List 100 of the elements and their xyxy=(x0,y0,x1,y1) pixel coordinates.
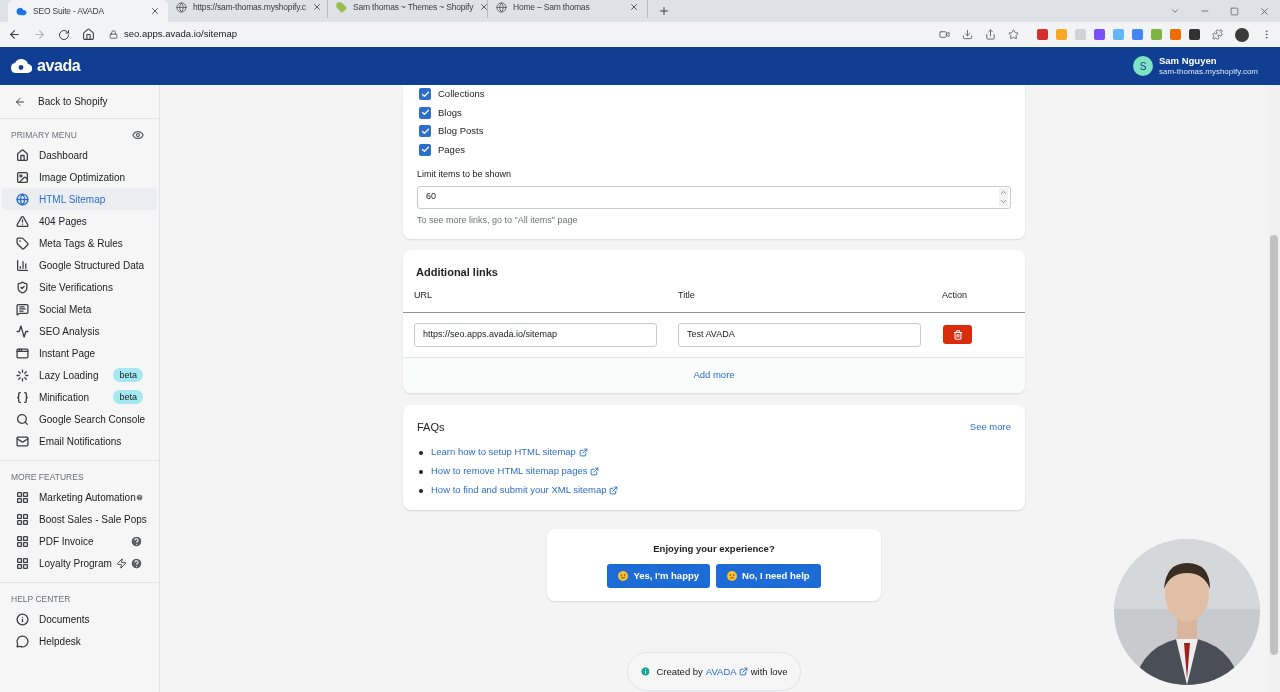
checkbox-label: Blogs xyxy=(438,105,462,120)
see-more-link[interactable]: See more xyxy=(969,419,1011,434)
help-icon[interactable] xyxy=(130,556,143,570)
browser-tab[interactable]: SEO Suite - AVADA xyxy=(8,0,168,22)
sidebar-item[interactable]: SEO Analysis xyxy=(2,320,157,342)
section-heading: MORE FEATURES xyxy=(11,470,84,484)
sidebar-label: Dashboard xyxy=(39,148,88,163)
eye-icon[interactable] xyxy=(132,129,144,141)
sidebar-label: PDF Invoice xyxy=(39,534,94,549)
sidebar-item[interactable]: Boost Sales - Sale Pops xyxy=(2,508,157,530)
tab-search-icon[interactable] xyxy=(1170,6,1180,16)
avada-link[interactable]: AVADA xyxy=(705,664,748,679)
section-heading: HELP CENTER xyxy=(11,592,71,606)
close-icon[interactable] xyxy=(150,6,160,16)
camera-icon[interactable] xyxy=(939,29,950,40)
beta-badge: beta xyxy=(113,390,143,404)
help-text: To see more links, go to "All items" page xyxy=(417,213,579,227)
url-text: seo.apps.avada.io/sitemap xyxy=(124,27,238,42)
sidebar-item[interactable]: Dashboard xyxy=(2,144,157,166)
sidebar-label: SEO Analysis xyxy=(39,324,100,339)
card-title: Additional links xyxy=(415,265,499,280)
feedback-button[interactable]: No, I need help xyxy=(716,564,821,589)
globe-icon xyxy=(176,1,187,13)
sidebar-item[interactable]: Site Verifications xyxy=(2,276,157,298)
help-icon[interactable] xyxy=(130,534,143,548)
sidebar-item[interactable]: Loyalty Program xyxy=(2,552,157,574)
faq-link[interactable]: How to find and submit your XML sitemap xyxy=(431,483,619,498)
cloud-icon xyxy=(16,5,27,17)
checkbox[interactable] xyxy=(419,125,431,138)
number-field[interactable]: 60 xyxy=(417,185,1011,209)
sidebar-item[interactable]: PDF Invoice xyxy=(2,530,157,552)
sidebar-item[interactable]: Meta Tags & Rules xyxy=(2,232,157,254)
tab-title: https://sam-thomas.myshopify.c xyxy=(193,0,306,14)
user-avatar[interactable]: S xyxy=(1133,56,1153,76)
browser-tab[interactable]: Home – Sam thomas xyxy=(488,0,648,18)
title-field[interactable]: Test AVADA xyxy=(678,322,921,347)
delete-button[interactable] xyxy=(943,325,972,344)
extensions-icon[interactable] xyxy=(1212,29,1223,40)
shield-icon xyxy=(16,280,29,294)
extension-icon[interactable] xyxy=(1189,29,1200,40)
sidebar-item[interactable]: Marketing Automation xyxy=(2,486,157,508)
url-field[interactable]: https://seo.apps.avada.io/sitemap xyxy=(414,322,657,347)
sidebar-item[interactable]: Lazy Loading beta xyxy=(2,364,157,386)
external-link-icon xyxy=(738,667,748,677)
sidebar-item[interactable]: Instant Page xyxy=(2,342,157,364)
close-icon[interactable] xyxy=(479,2,490,12)
browser-tab[interactable]: https://sam-thomas.myshopify.c xyxy=(168,0,328,18)
sidebar-label: Social Meta xyxy=(39,302,92,317)
window-icon xyxy=(16,346,29,360)
back-link[interactable]: Back to Shopify xyxy=(0,85,159,119)
loader-icon xyxy=(16,368,29,382)
braces-icon xyxy=(16,390,29,404)
column-header: Title xyxy=(678,289,696,303)
sidebar-item[interactable]: Documents xyxy=(2,608,157,630)
home-icon[interactable] xyxy=(82,28,95,41)
extension-icon[interactable] xyxy=(1094,29,1105,40)
sidebar-item[interactable]: Google Structured Data xyxy=(2,254,157,276)
spinner-control[interactable] xyxy=(999,188,1008,206)
sidebar-item[interactable]: Social Meta xyxy=(2,298,157,320)
extension-icon[interactable] xyxy=(1037,29,1048,40)
comment-icon xyxy=(16,302,29,316)
star-icon[interactable] xyxy=(1008,29,1019,40)
close-icon[interactable] xyxy=(1259,6,1270,17)
sidebar-label: Lazy Loading xyxy=(39,368,99,383)
reload-icon[interactable] xyxy=(58,28,70,41)
share-icon[interactable] xyxy=(985,29,996,40)
checkbox-label: Blog Posts xyxy=(438,124,484,139)
sidebar-item[interactable]: Email Notifications xyxy=(2,430,157,452)
checkbox[interactable] xyxy=(419,88,431,101)
close-icon[interactable] xyxy=(311,2,322,12)
store-domain: sam-thomas.myshopify.com xyxy=(1159,66,1258,77)
scrollbar[interactable] xyxy=(1268,85,1280,692)
profile-avatar[interactable] xyxy=(1235,27,1249,42)
checkbox[interactable] xyxy=(419,143,431,156)
sidebar-item[interactable]: 404 Pages xyxy=(2,210,157,232)
browser-tab[interactable]: Sam thomas ~ Themes ~ Shopify xyxy=(328,0,488,18)
close-icon[interactable] xyxy=(629,2,639,12)
sidebar-item[interactable]: HTML Sitemap xyxy=(2,188,157,210)
checkbox[interactable] xyxy=(419,106,431,119)
new-tab-icon[interactable] xyxy=(658,5,670,17)
external-link-icon xyxy=(590,467,600,476)
column-header: Action xyxy=(942,289,968,303)
back-icon[interactable] xyxy=(8,28,21,41)
section-heading: PRIMARY MENU xyxy=(11,128,77,142)
sidebar-label: Instant Page xyxy=(39,346,96,361)
restore-icon[interactable] xyxy=(1230,7,1239,16)
sidebar-item[interactable]: Minification beta xyxy=(2,386,157,408)
feedback-button[interactable]: Yes, I'm happy xyxy=(607,564,711,589)
bullet xyxy=(419,469,423,474)
sidebar-item[interactable]: Helpdesk xyxy=(2,630,157,652)
faq-link[interactable]: Learn how to setup HTML sitemap xyxy=(431,445,588,460)
download-icon[interactable] xyxy=(962,29,973,40)
sidebar-label: Helpdesk xyxy=(39,634,81,649)
faq-link[interactable]: How to remove HTML sitemap pages xyxy=(431,464,600,479)
add-more-link[interactable]: Add more xyxy=(693,367,735,383)
card-title: FAQs xyxy=(417,419,445,435)
sidebar-item[interactable]: Google Search Console xyxy=(2,408,157,430)
sidebar-label: 404 Pages xyxy=(39,214,87,229)
sidebar-item[interactable]: Image Optimization xyxy=(2,166,157,188)
sidebar-label: Minification xyxy=(39,390,90,405)
